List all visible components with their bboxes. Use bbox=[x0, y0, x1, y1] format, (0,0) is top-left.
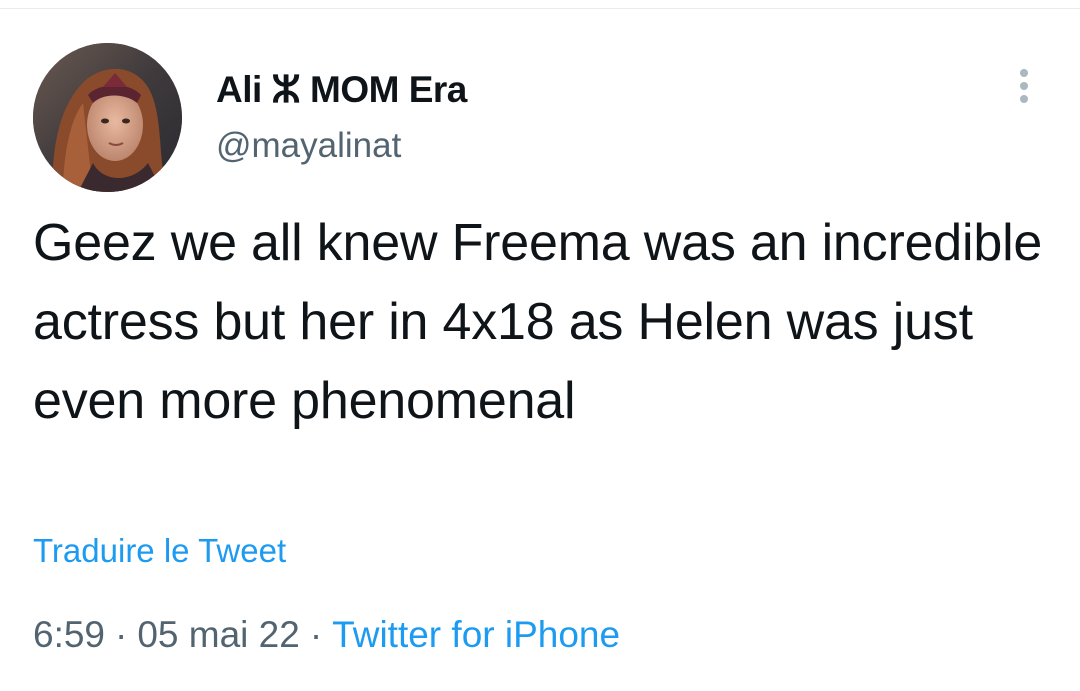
tweet-source-link[interactable]: Twitter for iPhone bbox=[332, 614, 620, 655]
author-handle[interactable]: @mayalinat bbox=[216, 126, 401, 166]
tweet-time[interactable]: 6:59 bbox=[33, 614, 105, 655]
tweet-meta: 6:59 · 05 mai 22 · Twitter for iPhone bbox=[33, 614, 620, 656]
tweet-text: Geez we all knew Freema was an incredibl… bbox=[33, 214, 1043, 430]
meta-separator: · bbox=[115, 614, 128, 655]
avatar[interactable] bbox=[33, 43, 182, 192]
more-options-button[interactable] bbox=[1004, 66, 1044, 106]
top-divider bbox=[0, 8, 1080, 9]
avatar-image bbox=[33, 43, 182, 192]
tweet-date[interactable]: 05 mai 22 bbox=[137, 614, 300, 655]
author-display-name[interactable]: Ali ⵣ MOM Era bbox=[216, 68, 467, 111]
meta-separator: · bbox=[309, 614, 323, 655]
author-name-row[interactable]: Ali ⵣ MOM Era bbox=[216, 66, 467, 112]
more-vertical-icon bbox=[1020, 69, 1028, 103]
translate-tweet-link[interactable]: Traduire le Tweet bbox=[33, 532, 286, 570]
